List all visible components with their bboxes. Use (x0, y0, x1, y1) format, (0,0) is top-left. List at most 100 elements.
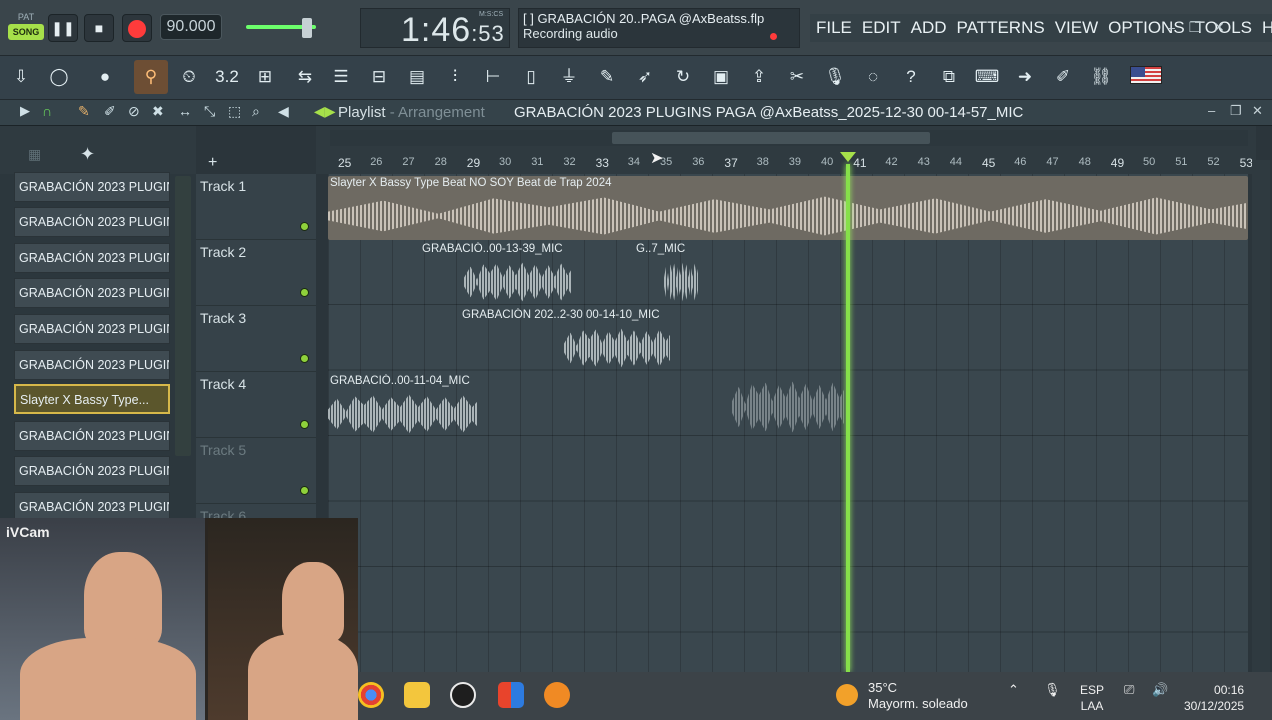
audio-clip[interactable]: GRABACIÓ..00-13-39_MIC (420, 242, 572, 306)
speaker-icon[interactable]: ◀ (278, 103, 289, 120)
browser-item[interactable]: GRABACIÓN 2023 PLUGINS... (14, 278, 170, 308)
mute-icon[interactable]: ✖ (152, 103, 164, 120)
time-display[interactable]: 1:46:53 M:S:CS (360, 8, 510, 49)
arrow-right-icon[interactable]: ➜ (1008, 60, 1042, 94)
master-volume-slider[interactable] (302, 18, 312, 38)
winrar-icon[interactable] (498, 682, 524, 708)
play-arrow-icon[interactable]: ▶ (20, 103, 30, 119)
browser-item[interactable]: GRABACIÓN 2023 PLUGINS... (14, 456, 170, 486)
playlist-grid[interactable]: Slayter X Bassy Type Beat NO SOY Beat de… (328, 174, 1248, 672)
audio-wave-icon[interactable]: ✦ (80, 144, 95, 165)
loop-icon[interactable]: ↻ (666, 60, 700, 94)
piano-roll-icon[interactable]: ⊟ (362, 60, 396, 94)
zoom-icon[interactable]: ⌕ (252, 103, 260, 120)
playlist-minimize-icon[interactable]: – (1208, 103, 1215, 118)
magnet-icon[interactable]: ∩ (42, 103, 52, 119)
track-led[interactable] (300, 354, 309, 363)
chrome-icon[interactable] (358, 682, 384, 708)
weather-widget[interactable]: 35°C Mayorm. soleado (868, 680, 968, 712)
pitch-knob-icon[interactable]: ● (88, 60, 122, 94)
cpu-meter-icon[interactable]: ◯ (42, 60, 76, 94)
save-icon[interactable]: ▣ (704, 60, 738, 94)
select-icon[interactable]: ⬚ (228, 103, 241, 120)
metronome-icon[interactable]: ⚲ (134, 60, 168, 94)
step-edit-icon[interactable]: ⊞ (248, 60, 282, 94)
audio-clip[interactable]: Slayter X Bassy Type Beat NO SOY Beat de… (328, 176, 1248, 240)
export-icon[interactable]: ⇪ (742, 60, 776, 94)
recording-clip[interactable] (700, 374, 844, 438)
playlist-arrows-icon[interactable]: ◀▶ (314, 103, 336, 120)
brush-icon[interactable]: ✎ (590, 60, 624, 94)
plugin-icon[interactable]: ⏚ (552, 60, 586, 94)
audio-clip[interactable]: GRABACIÓN 202..2-30 00-14-10_MIC (460, 308, 670, 372)
playhead-marker-icon[interactable] (840, 152, 856, 162)
add-icon[interactable]: + (208, 154, 217, 172)
playlist-close-icon[interactable]: ✕ (1252, 103, 1263, 119)
playhead[interactable] (846, 164, 850, 672)
network-icon[interactable]: ⎚ (1124, 682, 1134, 698)
language-indicator[interactable]: ESP LAA (1080, 682, 1104, 714)
audio-clip[interactable]: GRABACIÓ..00-11-04_MIC (328, 374, 478, 438)
track-led[interactable] (300, 420, 309, 429)
track-led[interactable] (300, 288, 309, 297)
obs-icon[interactable] (450, 682, 476, 708)
track-header-4[interactable]: Track 4 (196, 372, 316, 438)
audio-clip[interactable]: G..7_MIC (634, 242, 700, 306)
pen-icon[interactable]: ✐ (1046, 60, 1080, 94)
us-flag-icon[interactable] (1130, 66, 1162, 84)
record-button[interactable] (122, 14, 152, 42)
browser-item[interactable]: GRABACIÓN 2023 PLUGINS... (14, 243, 170, 273)
clip-icon[interactable]: ▦ (28, 146, 41, 163)
overview-thumb[interactable] (612, 132, 930, 144)
timeline-ruler[interactable]: 25 26 27 28 29 30 31 32 33 34 35 36 37 38 39 40 41 42 43 44… (316, 126, 1256, 174)
channel-rack-icon[interactable]: ▤ (400, 60, 434, 94)
microphone-icon[interactable]: 🎙 (818, 60, 852, 94)
browser-item[interactable]: GRABACIÓN 2023 PLUGINS... (14, 172, 170, 202)
browser-item[interactable]: GRABACIÓN 2023 PLUGINS... (14, 350, 170, 380)
menu-file[interactable]: FILE (816, 14, 852, 42)
countdown-icon[interactable]: 3.2 (210, 60, 244, 94)
browser-icon[interactable]: ⊢ (476, 60, 510, 94)
slip-icon[interactable]: ↔ (178, 103, 192, 119)
slice-icon[interactable]: ⤡ (204, 103, 215, 120)
pencil-icon[interactable]: ✎ (78, 103, 90, 120)
tray-chevron-icon[interactable]: ⌃ (1008, 682, 1019, 698)
mixer-icon[interactable]: ⫶ (438, 60, 472, 94)
window-icon[interactable]: ⧉ (932, 60, 966, 94)
help-icon[interactable]: ? (894, 60, 928, 94)
browser-item[interactable]: GRABACIÓN 2023 PLUGINS... (14, 421, 170, 451)
tray-microphone-icon[interactable]: 🎙 (1044, 682, 1061, 698)
maximize-button[interactable]: ❐ (1184, 16, 1206, 38)
paint-icon[interactable]: ✐ (104, 103, 116, 120)
track-header-2[interactable]: Track 2 (196, 240, 316, 306)
file-explorer-icon[interactable] (404, 682, 430, 708)
minimize-button[interactable]: – (1160, 16, 1182, 38)
pause-button[interactable]: ❚❚ (48, 14, 78, 42)
track-header-3[interactable]: Track 3 (196, 306, 316, 372)
browser-item-selected[interactable]: Slayter X Bassy Type... (14, 384, 170, 414)
menu-help[interactable]: HELP (1262, 14, 1272, 42)
menu-patterns[interactable]: PATTERNS (957, 14, 1045, 42)
blend-notes-icon[interactable]: ⇆ (288, 60, 322, 94)
picker-scrollbar[interactable] (175, 176, 191, 456)
browser-item[interactable]: GRABACIÓN 2023 PLUGINS... (14, 314, 170, 344)
weather-icon[interactable] (836, 684, 858, 706)
overview-scrollbar[interactable] (330, 130, 1248, 146)
playlist-icon[interactable]: ☰ (324, 60, 358, 94)
link-icon[interactable]: ⛓ (1084, 60, 1118, 94)
pick-icon[interactable]: ➶ (628, 60, 662, 94)
chat-icon[interactable]: ◌ (856, 60, 890, 94)
fl-studio-icon[interactable] (544, 682, 570, 708)
menu-edit[interactable]: EDIT (862, 14, 901, 42)
delete-icon[interactable]: ⊘ (128, 103, 140, 120)
stop-button[interactable]: ■ (84, 14, 114, 42)
browser-item[interactable]: GRABACIÓN 2023 PLUGINS... (14, 207, 170, 237)
cut-icon[interactable]: ✂ (780, 60, 814, 94)
track-led[interactable] (300, 222, 309, 231)
track-header-5[interactable]: Track 5 (196, 438, 316, 504)
system-clock[interactable]: 00:16 30/12/2025 (1184, 682, 1244, 714)
volume-icon[interactable]: 🔊 (1152, 682, 1168, 698)
close-button[interactable]: ✕ (1208, 16, 1230, 38)
pattern-song-toggle[interactable]: PAT SONG (8, 10, 44, 46)
keyboard-icon[interactable]: ⌨ (970, 60, 1004, 94)
